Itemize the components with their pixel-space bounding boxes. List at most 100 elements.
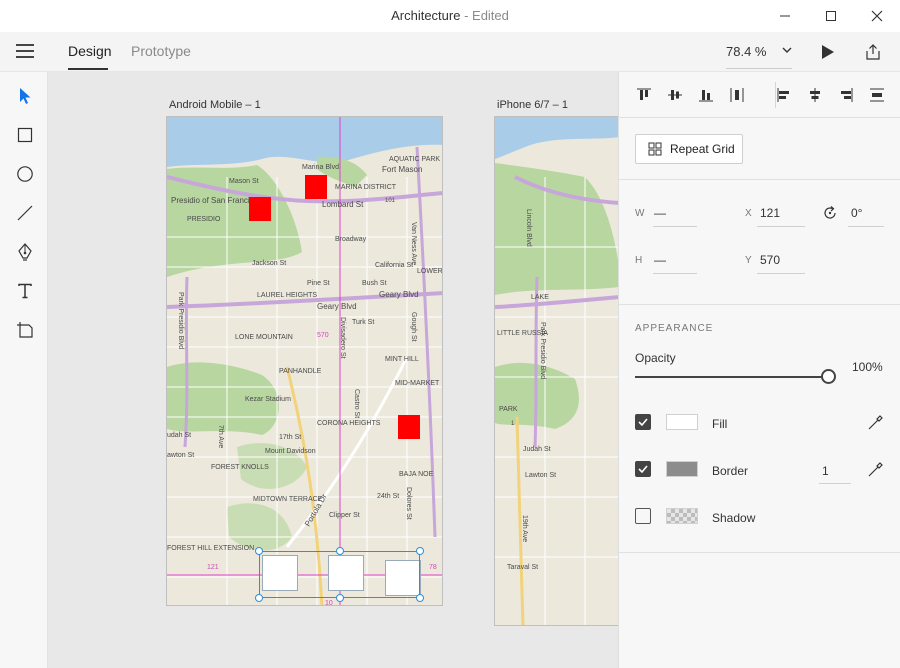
map-label: Mason St [229,178,259,185]
pen-icon [18,243,32,261]
rotation-field[interactable]: 0° [851,206,862,220]
play-preview-button[interactable] [816,41,840,63]
distribute-horizontal-icon [870,88,884,102]
red-rectangle[interactable] [398,415,420,439]
border-color-swatch[interactable] [666,461,698,477]
transform-section: W — X 121 0° H — Y 570 [619,180,900,305]
selection-handle[interactable] [336,547,344,555]
map-label: Clipper St [329,512,360,519]
align-top-button[interactable] [633,85,655,105]
repeat-grid-label: Repeat Grid [670,142,735,156]
border-checkbox[interactable] [635,461,651,477]
map-label: Gough St [410,312,417,342]
map-label: Geary Blvd [379,290,419,299]
main-toolbar: Design Prototype 78.4 % [0,32,900,72]
artboard-icon [17,322,33,338]
map-label: udah St [167,432,191,439]
share-button[interactable] [861,41,885,63]
distribute-vertical-button[interactable] [726,85,748,105]
red-rectangle[interactable] [249,197,271,221]
ellipse-icon [17,166,33,182]
map-label: Turk St [352,319,374,326]
fill-color-swatch[interactable] [666,414,698,430]
text-tool[interactable] [12,278,38,304]
map-label: Fort Mason [382,165,422,174]
map-label: 17th St [279,434,301,441]
shadow-checkbox[interactable] [635,508,651,524]
align-right-button[interactable] [835,85,857,105]
map-label: 101 [385,198,396,204]
artboard-label-iphone[interactable]: iPhone 6/7 – 1 [497,99,568,111]
edited-indicator: - Edited [460,8,509,23]
map-label: Park Presidio Blvd [177,292,184,349]
map-label: 24th St [377,493,399,500]
map-label: LAKE [531,294,549,301]
map-label: CORONA HEIGHTS [317,420,381,427]
zoom-level[interactable]: 78.4 % [726,44,766,59]
line-tool[interactable] [12,200,38,226]
opacity-slider-thumb[interactable] [821,369,836,384]
ellipse-tool[interactable] [12,161,38,187]
selection-bounding-box[interactable] [259,551,420,598]
red-rectangle[interactable] [305,175,327,199]
x-field[interactable]: 121 [760,206,780,220]
pen-tool[interactable] [12,239,38,265]
zoom-underline [726,68,792,69]
tab-prototype[interactable]: Prototype [131,43,191,59]
artboard-label-android[interactable]: Android Mobile – 1 [169,99,261,111]
selection-handle[interactable] [336,594,344,602]
maximize-button[interactable] [808,0,854,32]
close-button[interactable] [854,0,900,32]
selection-handle[interactable] [255,594,263,602]
shadow-color-swatch[interactable] [666,508,698,524]
map-image: Lincoln Blvd LAKE LITTLE RUSSIA Park Pre… [495,117,618,625]
artboard-tool[interactable] [12,317,38,343]
align-middle-button[interactable] [664,85,686,105]
map-label: Lincoln Blvd [525,209,532,247]
distribute-horizontal-button[interactable] [866,85,888,105]
map-label: Mount Davidson [265,448,316,455]
width-field[interactable]: — [654,206,666,220]
map-label: 78 [429,564,437,571]
shadow-label: Shadow [712,511,756,525]
border-width-field[interactable]: 1 [822,464,829,478]
height-field[interactable]: — [654,253,666,267]
y-label: Y [745,255,752,266]
fill-checkbox[interactable] [635,414,651,430]
maximize-icon [826,11,836,21]
opacity-value[interactable]: 100% [852,360,883,374]
align-left-button[interactable] [773,85,795,105]
width-field-underline [653,226,697,227]
eyedropper-icon[interactable] [867,460,885,478]
y-field[interactable]: 570 [760,253,780,267]
repeat-grid-button[interactable]: Repeat Grid [635,134,743,164]
checkmark-icon [638,465,648,474]
map-label: LOWER [417,268,443,275]
selection-handle[interactable] [416,547,424,555]
play-icon [822,45,834,59]
rectangle-tool[interactable] [12,122,38,148]
design-canvas[interactable]: Android Mobile – 1 iPhone 6/7 – 1 AQUATI… [48,72,618,668]
artboard-android-mobile[interactable]: AQUATIC PARK Marina Blvd Fort Mason MARI… [166,116,443,606]
active-tab-indicator [68,68,108,70]
opacity-slider-track[interactable] [635,376,825,378]
minimize-button[interactable] [762,0,808,32]
tab-design[interactable]: Design [68,43,112,59]
selection-handle[interactable] [416,594,424,602]
map-label: Lombard St [322,200,364,209]
map-label: Divisadero St [339,317,346,359]
chevron-down-icon[interactable] [781,44,793,56]
map-label: FOREST KNOLLS [211,464,269,471]
artboard-iphone[interactable]: Lincoln Blvd LAKE LITTLE RUSSIA Park Pre… [494,116,618,626]
map-label: BAJA NOE [399,471,434,478]
select-tool[interactable] [12,83,38,109]
rotation-field-underline [848,226,884,227]
opacity-label: Opacity [635,351,676,365]
hamburger-menu-icon[interactable] [16,44,34,58]
align-bottom-button[interactable] [695,85,717,105]
repeat-grid-icon [648,142,662,156]
selection-handle[interactable] [255,547,263,555]
map-label: MID-MARKET [395,380,440,387]
eyedropper-icon[interactable] [867,413,885,431]
align-center-button[interactable] [804,85,826,105]
